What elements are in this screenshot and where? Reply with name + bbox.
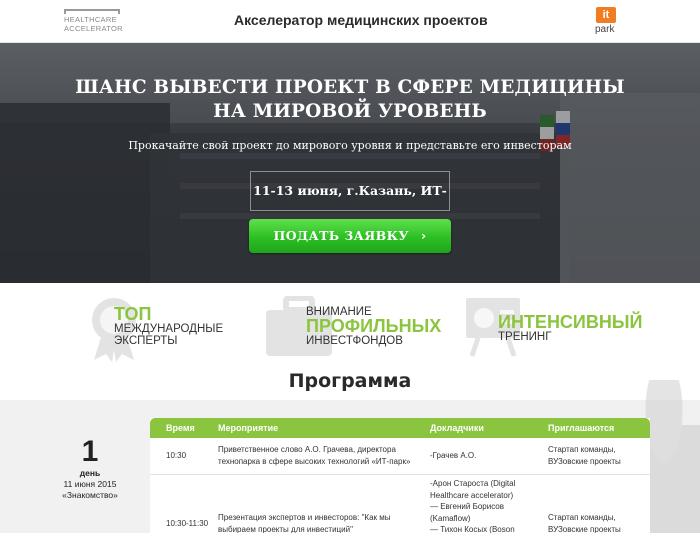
cell-time: 10:30 (166, 451, 187, 460)
cell-time: 10:30-11:30 (166, 519, 209, 528)
feature-line: ЭКСПЕРТЫ (114, 335, 178, 347)
feature-top-experts: ТОП МЕЖДУНАРОДНЫЕ ЭКСПЕРТЫ (114, 304, 224, 347)
cell-line: Healthcare accelerator) (430, 490, 514, 500)
cell-speakers: -Арон Староста (Digital Healthcare accel… (430, 478, 515, 533)
feature-investors: ВНИМАНИЕ ПРОФИЛЬНЫХ ИНВЕСТФОНДОВ (306, 306, 441, 347)
cell-line: технопарка в сфере высоких технологий «И… (218, 456, 411, 466)
cell-line: (Kamaflow) (430, 513, 471, 523)
it-park-logo-text: park (595, 24, 615, 35)
chevron-right-icon: › (420, 228, 427, 243)
hero-subtitle: Прокачайте свой проект до мирового уровн… (128, 139, 572, 152)
feature-highlight: ПРОФИЛЬНЫХ (306, 316, 442, 336)
hero-title-line1: ШАНС ВЫВЕСТИ ПРОЕКТ В СФЕРЕ МЕДИЦИНЫ (75, 77, 625, 98)
logo-line2: ACCELERATOR (64, 24, 123, 33)
site-header: HEALTHCARE ACCELERATOR Акселератор медиц… (0, 0, 700, 43)
feature-line: ТРЕНИНГ (498, 331, 552, 343)
feature-highlight: ТОП (114, 304, 152, 324)
logo-line1: HEALTHCARE (64, 15, 117, 24)
column-header-speakers: Докладчики (430, 423, 484, 433)
day-date: 11 июня 2015 (63, 479, 117, 489)
day-block: 1 день 11 июня 2015 «Знакомство» (58, 436, 122, 501)
logo-bracket (64, 9, 120, 14)
table-row: 10:30-11:30 Презентация экспертов и инве… (150, 475, 650, 533)
cell-line: Стартап команды, (548, 445, 616, 454)
column-header-invited: Приглашаются (548, 423, 615, 433)
day-number: 1 (81, 435, 99, 468)
table-row: 10:30 Приветственное слово А.О. Грачева,… (150, 438, 650, 475)
apply-button-label: ПОДАТЬ ЗАЯВКУ (273, 228, 409, 243)
cell-line: -Арон Староста (Digital (430, 479, 516, 488)
it-park-logo-box: it (596, 7, 616, 23)
cell-line: Стартап команды, (548, 513, 616, 522)
table-header: Время Мероприятие Докладчики Приглашаютс… (150, 418, 650, 438)
cell-line: — Тихон Косых (Boson (430, 525, 515, 533)
day-word: день (79, 468, 101, 478)
hero-section: ШАНС ВЫВЕСТИ ПРОЕКТ В СФЕРЕ МЕДИЦИНЫ НА … (0, 43, 700, 283)
program-title: Программа (288, 370, 412, 392)
site-title: Акселератор медицинских проектов (234, 12, 488, 28)
cell-invited: Стартап команды, ВУЗовские проекты (548, 512, 621, 533)
cell-line: — Евгений Борисов (430, 502, 504, 511)
hero-title-line2: НА МИРОВОЙ УРОВЕНЬ (213, 101, 487, 122)
cell-line: Приветственное слово А.О. Грачева, дирек… (218, 445, 396, 454)
cell-event: Презентация экспертов и инвесторов: "Как… (218, 512, 391, 533)
day-name: «Знакомство» (62, 490, 118, 500)
column-header-time: Время (166, 423, 195, 433)
feature-highlight: ИНТЕНСИВНЫЙ (498, 312, 643, 332)
feature-line: МЕЖДУНАРОДНЫЕ (114, 323, 224, 335)
apply-button[interactable]: ПОДАТЬ ЗАЯВКУ › (249, 219, 451, 253)
cell-line: выбираем проекты для инвестиций" (218, 524, 353, 533)
cell-speakers: -Грачев А.О. (430, 451, 477, 460)
event-date-box: 11-13 июня, г.Казань, ИТ-парк (250, 171, 450, 236)
healthcare-accelerator-logo[interactable]: HEALTHCARE ACCELERATOR (64, 9, 123, 37)
cell-invited: Стартап команды, ВУЗовские проекты (548, 444, 621, 467)
feature-training: ИНТЕНСИВНЫЙ ТРЕНИНГ (498, 312, 643, 343)
cell-line: ВУЗовские проекты (548, 524, 621, 533)
cell-line: Презентация экспертов и инвесторов: "Как… (218, 513, 391, 522)
it-park-logo[interactable]: it park (594, 7, 624, 37)
column-header-event: Мероприятие (218, 423, 279, 433)
cell-line: ВУЗовские проекты (548, 456, 621, 466)
program-table: Время Мероприятие Докладчики Приглашаютс… (150, 418, 650, 533)
feature-line: ИНВЕСТФОНДОВ (306, 335, 403, 347)
cell-event: Приветственное слово А.О. Грачева, дирек… (218, 444, 410, 467)
